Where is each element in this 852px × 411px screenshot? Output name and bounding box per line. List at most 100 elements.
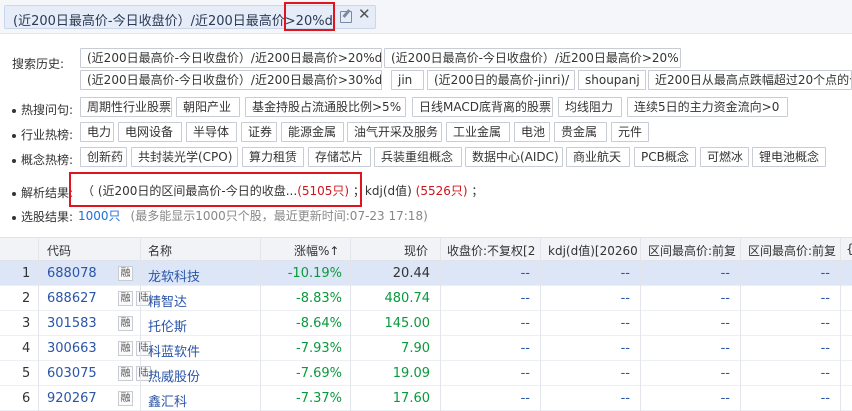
column-divider xyxy=(740,237,741,411)
tag-item[interactable]: 证券 xyxy=(241,122,277,142)
tag-item[interactable]: 近200日从最高点跌幅超过20个点的个 xyxy=(648,70,852,90)
tag-item[interactable]: 均线阻力 xyxy=(558,97,622,117)
tag-item[interactable]: 电力 xyxy=(80,122,114,142)
tag-item[interactable]: 油气开采及服务 xyxy=(347,122,442,142)
tag-item[interactable]: PCB概念 xyxy=(634,147,696,167)
empty-cell: -- xyxy=(820,391,830,406)
tag-item[interactable]: 电网设备 xyxy=(118,122,182,142)
column-divider xyxy=(840,237,841,411)
stock-code[interactable]: 688627 xyxy=(47,291,97,306)
industry-label: 行业热榜: xyxy=(12,126,73,143)
current-price: 480.74 xyxy=(384,291,431,306)
stock-name[interactable]: 龙软科技 xyxy=(148,266,200,285)
table-row[interactable]: 4 300663 融陆科蓝软件 -7.93% 7.90 -- -- -- -- xyxy=(0,336,852,361)
tag-item[interactable]: 算力租赁 xyxy=(242,147,304,167)
column-divider xyxy=(640,237,641,411)
empty-cell: -- xyxy=(820,316,830,331)
empty-cell: -- xyxy=(520,316,530,331)
column-divider xyxy=(260,237,261,411)
badge: 融 xyxy=(118,391,133,406)
close-icon[interactable]: ✕ xyxy=(358,5,371,23)
stock-code[interactable]: 920267 xyxy=(47,391,97,406)
stock-name[interactable]: 鑫汇科 xyxy=(148,391,187,410)
stock-code[interactable]: 688078 xyxy=(47,266,97,281)
tag-item[interactable]: 数据中心(AIDC) xyxy=(465,147,563,167)
stock-name[interactable]: 精智达 xyxy=(148,291,187,310)
empty-cell: -- xyxy=(620,316,630,331)
tag-item[interactable]: (近200日最高价-今日收盘价）/近200日最高价>30%d xyxy=(80,70,382,90)
tag-item[interactable]: 半导体 xyxy=(186,122,237,142)
empty-cell: -- xyxy=(520,341,530,356)
tag-item[interactable]: 元件 xyxy=(611,122,649,142)
current-price: 7.90 xyxy=(401,341,430,356)
parse-label: 解析结果: xyxy=(12,184,73,201)
stock-name[interactable]: 热威股份 xyxy=(148,366,200,385)
tag-item[interactable]: (近200日最高价-今日收盘价）/近200日最高价>20% xyxy=(384,48,681,68)
tag-item[interactable]: 能源金属 xyxy=(281,122,344,142)
column-header[interactable]: { xyxy=(846,242,852,256)
empty-cell: -- xyxy=(720,266,730,281)
table-row[interactable]: 5 603075 融陆热威股份 -7.69% 19.09 -- -- -- -- xyxy=(0,361,852,386)
empty-cell: -- xyxy=(720,291,730,306)
tag-item[interactable]: 周期性行业股票 xyxy=(80,97,172,117)
stock-name[interactable]: 托伦斯 xyxy=(148,316,187,335)
column-header[interactable]: 区间最高价:前复 xyxy=(648,242,744,259)
tag-item[interactable]: 贵金属 xyxy=(554,122,607,142)
tag-item[interactable]: 商业航天 xyxy=(566,147,630,167)
tag-item[interactable]: 日线MACD底背离的股票 xyxy=(412,97,553,117)
column-header[interactable]: kdj(d值)[20260 xyxy=(548,242,644,259)
change-pct: -7.37% xyxy=(296,391,342,406)
tag-item[interactable]: 创新药 xyxy=(80,147,127,167)
empty-cell: -- xyxy=(720,341,730,356)
empty-cell: -- xyxy=(520,391,530,406)
column-header[interactable]: 现价 xyxy=(404,242,428,259)
change-pct: -10.19% xyxy=(287,266,342,281)
stock-code[interactable]: 300663 xyxy=(47,341,97,356)
column-header[interactable]: 名称 xyxy=(148,242,172,259)
tag-item[interactable]: (近200日的最高价-jinri)/ xyxy=(427,70,575,90)
tag-item[interactable]: 基金持股占流通股比例>5% xyxy=(245,97,406,117)
tag-item[interactable]: 兵装重组概念 xyxy=(374,147,462,167)
tag-item[interactable]: (近200日最高价-今日收盘价）/近200日最高价>20%d xyxy=(80,48,382,68)
table-row[interactable]: 1 688078 融龙软科技 -10.19% 20.44 -- -- -- -- xyxy=(0,261,852,286)
column-header[interactable]: 涨幅%↑ xyxy=(294,242,339,259)
column-header[interactable]: 区间最高价:前复 xyxy=(748,242,844,259)
edit-icon[interactable] xyxy=(340,11,352,23)
column-divider xyxy=(140,237,141,411)
table-row[interactable]: 3 301583 融托伦斯 -8.64% 145.00 -- -- -- -- xyxy=(0,311,852,336)
empty-cell: -- xyxy=(620,391,630,406)
change-pct: -8.64% xyxy=(296,316,342,331)
badge: 融 xyxy=(118,266,133,281)
row-index: 2 xyxy=(22,291,31,306)
tag-item[interactable]: 朝阳产业 xyxy=(176,97,240,117)
tag-item[interactable]: 锂电池概念 xyxy=(752,147,826,167)
empty-cell: -- xyxy=(820,291,830,306)
history-label: 搜索历史: xyxy=(12,57,65,71)
tag-item[interactable]: 共封装光学(CPO) xyxy=(131,147,238,167)
stock-code[interactable]: 301583 xyxy=(47,316,97,331)
tag-item[interactable]: 电池 xyxy=(514,122,550,142)
tag-item[interactable]: 工业金属 xyxy=(446,122,510,142)
tag-item[interactable]: 连续5日的主力资金流向>0 xyxy=(627,97,788,117)
tag-item[interactable]: shoupanj xyxy=(578,70,646,90)
empty-cell: -- xyxy=(620,291,630,306)
row-index: 3 xyxy=(22,316,31,331)
table-row[interactable]: 6 920267 融鑫汇科 -7.37% 17.60 -- -- -- -- xyxy=(0,386,852,411)
row-index: 5 xyxy=(22,366,31,381)
column-divider xyxy=(38,237,39,411)
stock-name[interactable]: 科蓝软件 xyxy=(148,341,200,360)
table-header: 代码 名称 涨幅%↑ 现价 收盘价:不复权[2 kdj(d值)[20260 区间最高价:前复… xyxy=(0,237,852,261)
tag-item[interactable]: jin xyxy=(391,70,424,90)
tag-item[interactable]: 可燃冰 xyxy=(700,147,749,167)
row-index: 6 xyxy=(22,391,31,406)
column-divider xyxy=(540,237,541,411)
empty-cell: -- xyxy=(720,391,730,406)
column-divider xyxy=(350,237,351,411)
column-header[interactable]: 收盘价:不复权[2 xyxy=(447,242,543,259)
column-header[interactable]: 代码 xyxy=(47,242,71,259)
stock-code[interactable]: 603075 xyxy=(47,366,97,381)
current-price: 19.09 xyxy=(392,366,430,381)
badge: 融 xyxy=(118,316,133,331)
tag-item[interactable]: 存储芯片 xyxy=(308,147,371,167)
table-row[interactable]: 2 688627 融陆精智达 -8.83% 480.74 -- -- -- -- xyxy=(0,286,852,311)
